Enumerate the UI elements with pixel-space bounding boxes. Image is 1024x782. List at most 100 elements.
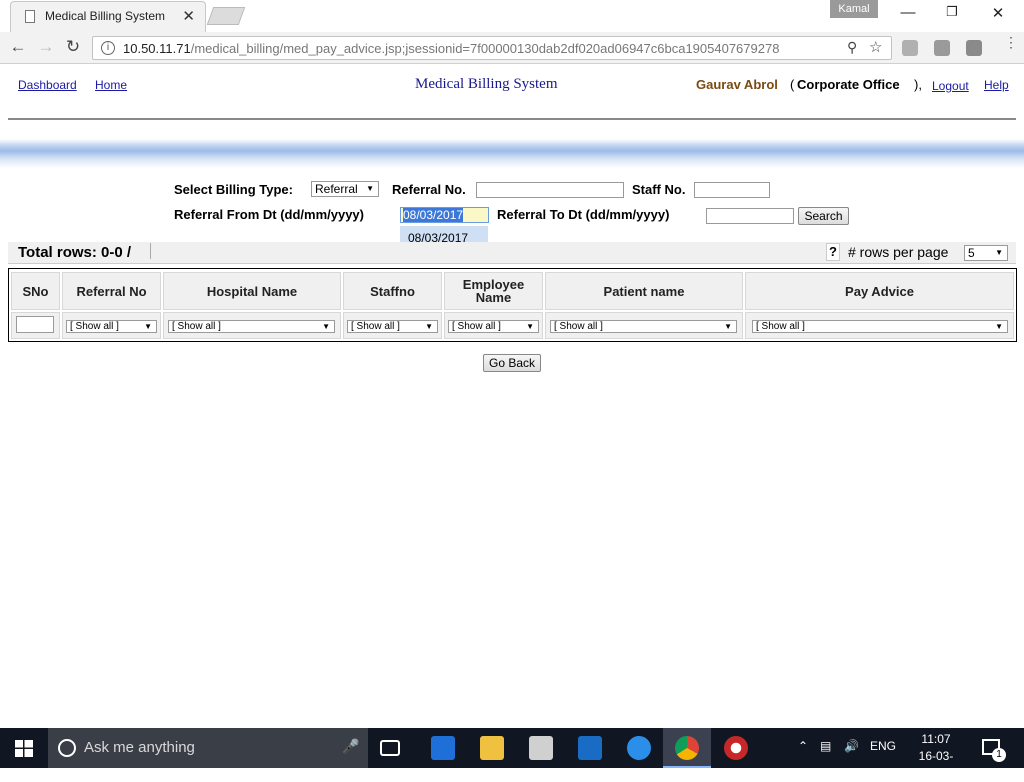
home-link[interactable]: Home: [95, 78, 127, 92]
rows-per-page-value: 5: [968, 246, 975, 260]
filter-cell-staffno: [ Show all ] ▼: [343, 312, 442, 339]
hospital-name-filter-select[interactable]: [ Show all ] ▼: [168, 320, 335, 333]
notification-count: 1: [992, 748, 1006, 762]
chevron-down-icon: ▼: [995, 248, 1003, 257]
file-explorer-icon[interactable]: [480, 736, 504, 760]
dashboard-link[interactable]: Dashboard: [18, 78, 77, 92]
staffno-filter-select[interactable]: [ Show all ] ▼: [347, 320, 438, 333]
store-icon[interactable]: [529, 736, 553, 760]
paren-open: (: [790, 77, 795, 92]
app-icon[interactable]: [724, 736, 748, 760]
sno-filter-input[interactable]: [16, 316, 54, 333]
filter-cell-patient-name: [ Show all ] ▼: [545, 312, 743, 339]
chevron-down-icon: ▼: [144, 322, 152, 331]
volume-icon[interactable]: 🔊: [844, 739, 859, 753]
go-back-button[interactable]: Go Back: [483, 354, 541, 372]
web-page: Dashboard Home Medical Billing System Ga…: [0, 65, 1024, 728]
from-date-label: Referral From Dt (dd/mm/yyyy): [174, 207, 364, 222]
column-header-employee-name[interactable]: Employee Name: [444, 272, 543, 310]
page-header: Dashboard Home Medical Billing System Ga…: [0, 65, 1024, 168]
search-button[interactable]: Search: [798, 207, 849, 225]
tab-strip: Medical Billing System ✕ Kamal — ❐ ✕: [0, 0, 1024, 32]
chevron-down-icon: ▼: [724, 322, 732, 331]
logout-link[interactable]: Logout: [932, 79, 969, 93]
referral-no-input[interactable]: [476, 182, 624, 198]
referral-no-label: Referral No.: [392, 182, 466, 197]
windows-taskbar: Ask me anything 🎤 ⌃ ▤ 🔊 ENG 11:07 16-03-…: [0, 728, 1024, 780]
chrome-icon: [675, 736, 699, 760]
tab-title: Medical Billing System: [45, 9, 166, 23]
help-link[interactable]: Help: [984, 78, 1009, 92]
task-view-icon[interactable]: [380, 740, 400, 756]
patient-name-filter-select[interactable]: [ Show all ] ▼: [550, 320, 737, 333]
taskbar-search-box[interactable]: Ask me anything 🎤: [48, 728, 368, 768]
chevron-down-icon: ▼: [366, 184, 374, 193]
column-header-patient-name[interactable]: Patient name: [545, 272, 743, 310]
header-divider: [8, 118, 1016, 120]
results-table: SNo Referral No Hospital Name Staffno Em…: [8, 268, 1017, 342]
bookmark-star-icon[interactable]: ☆: [869, 38, 882, 56]
screenshot-extension-icon[interactable]: [966, 40, 982, 56]
staff-no-input[interactable]: [694, 182, 770, 198]
filter-cell-sno: [11, 312, 60, 339]
minimize-icon[interactable]: —: [896, 4, 920, 21]
employee-name-filter-select[interactable]: [ Show all ] ▼: [448, 320, 539, 333]
clock-date: 16-03-2017: [918, 749, 954, 780]
staff-no-label: Staff No.: [632, 182, 686, 197]
clock-time: 11:07: [921, 732, 951, 746]
filter-cell-hospital-name: [ Show all ] ▼: [163, 312, 341, 339]
column-header-pay-advice[interactable]: Pay Advice: [745, 272, 1014, 310]
column-header-staffno[interactable]: Staffno: [343, 272, 442, 310]
app-title: Medical Billing System: [415, 76, 558, 92]
back-icon[interactable]: ←: [8, 37, 28, 57]
column-header-hospital-name[interactable]: Hospital Name: [163, 272, 341, 310]
restore-icon[interactable]: ❐: [940, 4, 964, 20]
referral-no-filter-select[interactable]: [ Show all ] ▼: [66, 320, 157, 333]
total-rows: Total rows: 0-0 /: [18, 244, 132, 261]
browser-toolbar: ← → ↻ i 10.50.11.71/medical_billing/med_…: [0, 32, 1024, 64]
tab-close-icon[interactable]: ✕: [182, 7, 195, 25]
user-name: Gaurav Abrol: [696, 77, 778, 92]
page-icon: [25, 10, 35, 23]
pagination-bar: Total rows: 0-0 / ? # rows per page 5 ▼: [8, 242, 1016, 264]
forward-icon[interactable]: →: [36, 37, 56, 57]
filter-cell-employee-name: [ Show all ] ▼: [444, 312, 543, 339]
windows-start-icon[interactable]: [15, 740, 33, 757]
chevron-down-icon: ▼: [425, 322, 433, 331]
new-tab-button[interactable]: [206, 7, 246, 25]
office-name: Corporate Office: [797, 77, 900, 92]
microphone-icon[interactable]: 🎤: [342, 738, 359, 755]
to-date-label: Referral To Dt (dd/mm/yyyy): [497, 207, 670, 222]
window-close-icon[interactable]: ✕: [986, 4, 1010, 22]
search-placeholder: Ask me anything: [84, 739, 195, 756]
to-date-input[interactable]: [706, 208, 794, 224]
column-header-referral-no[interactable]: Referral No: [62, 272, 161, 310]
pay-advice-filter-select[interactable]: [ Show all ] ▼: [752, 320, 1008, 333]
chrome-taskbar-button[interactable]: [663, 728, 711, 768]
column-header-sno[interactable]: SNo: [11, 272, 60, 310]
browser-tab[interactable]: Medical Billing System ✕: [10, 1, 206, 32]
address-bar[interactable]: i 10.50.11.71/medical_billing/med_pay_ad…: [92, 36, 892, 60]
network-icon[interactable]: ▤: [820, 739, 831, 753]
tray-overflow-icon[interactable]: ⌃: [798, 739, 808, 753]
edge-icon[interactable]: [431, 736, 455, 760]
shield-extension-icon[interactable]: [902, 40, 918, 56]
zoom-icon[interactable]: ⚲: [847, 39, 857, 56]
camera-extension-icon[interactable]: [934, 40, 950, 56]
help-question-icon[interactable]: ?: [826, 243, 840, 261]
profile-badge[interactable]: Kamal: [830, 0, 878, 18]
site-info-icon[interactable]: i: [101, 41, 115, 55]
chevron-down-icon: ▼: [995, 322, 1003, 331]
bar-divider: [150, 243, 151, 259]
menu-icon[interactable]: ⋮: [1004, 35, 1018, 49]
system-clock[interactable]: 11:07 16-03-2017: [906, 731, 966, 782]
reload-icon[interactable]: ↻: [63, 37, 83, 57]
url-text[interactable]: 10.50.11.71/medical_billing/med_pay_advi…: [123, 41, 779, 56]
billing-type-select[interactable]: Referral ▼: [311, 181, 379, 197]
rows-per-page-select[interactable]: 5 ▼: [964, 245, 1008, 261]
from-date-input[interactable]: 08/03/2017: [400, 207, 489, 223]
language-indicator[interactable]: ENG: [870, 739, 896, 753]
from-date-value: 08/03/2017: [403, 208, 464, 222]
internet-explorer-icon[interactable]: [627, 736, 651, 760]
outlook-icon[interactable]: [578, 736, 602, 760]
